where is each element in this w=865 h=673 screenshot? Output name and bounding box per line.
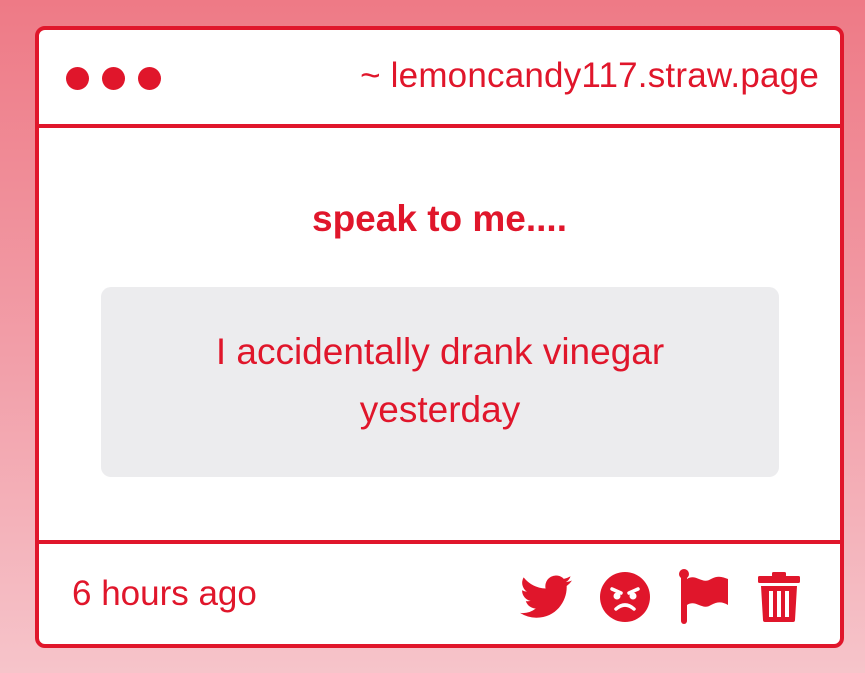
message-card: ~ lemoncandy117.straw.page speak to me..… bbox=[35, 26, 844, 648]
card-footer: 6 hours ago bbox=[39, 540, 840, 644]
prompt-heading: speak to me.... bbox=[312, 198, 567, 239]
message-text: I accidentally drank vinegar yesterday bbox=[215, 331, 665, 430]
flag-icon bbox=[679, 569, 728, 624]
delete-button[interactable] bbox=[758, 572, 800, 622]
trash-icon bbox=[758, 572, 800, 622]
window-dot-icon bbox=[138, 67, 161, 90]
timestamp: 6 hours ago bbox=[72, 574, 257, 613]
page-url[interactable]: ~ lemoncandy117.straw.page bbox=[360, 56, 819, 96]
react-angry-button[interactable] bbox=[600, 572, 650, 622]
window-dot-icon bbox=[66, 67, 89, 90]
action-bar bbox=[520, 569, 800, 625]
window-titlebar: ~ lemoncandy117.straw.page bbox=[39, 30, 840, 128]
window-controls bbox=[66, 67, 161, 90]
report-button[interactable] bbox=[678, 569, 730, 625]
angry-face-icon bbox=[600, 572, 650, 622]
message-box: I accidentally drank vinegar yesterday bbox=[101, 287, 779, 477]
share-twitter-button[interactable] bbox=[520, 575, 572, 619]
twitter-icon bbox=[520, 575, 572, 618]
window-dot-icon bbox=[102, 67, 125, 90]
card-content: speak to me.... I accidentally drank vin… bbox=[39, 128, 840, 540]
